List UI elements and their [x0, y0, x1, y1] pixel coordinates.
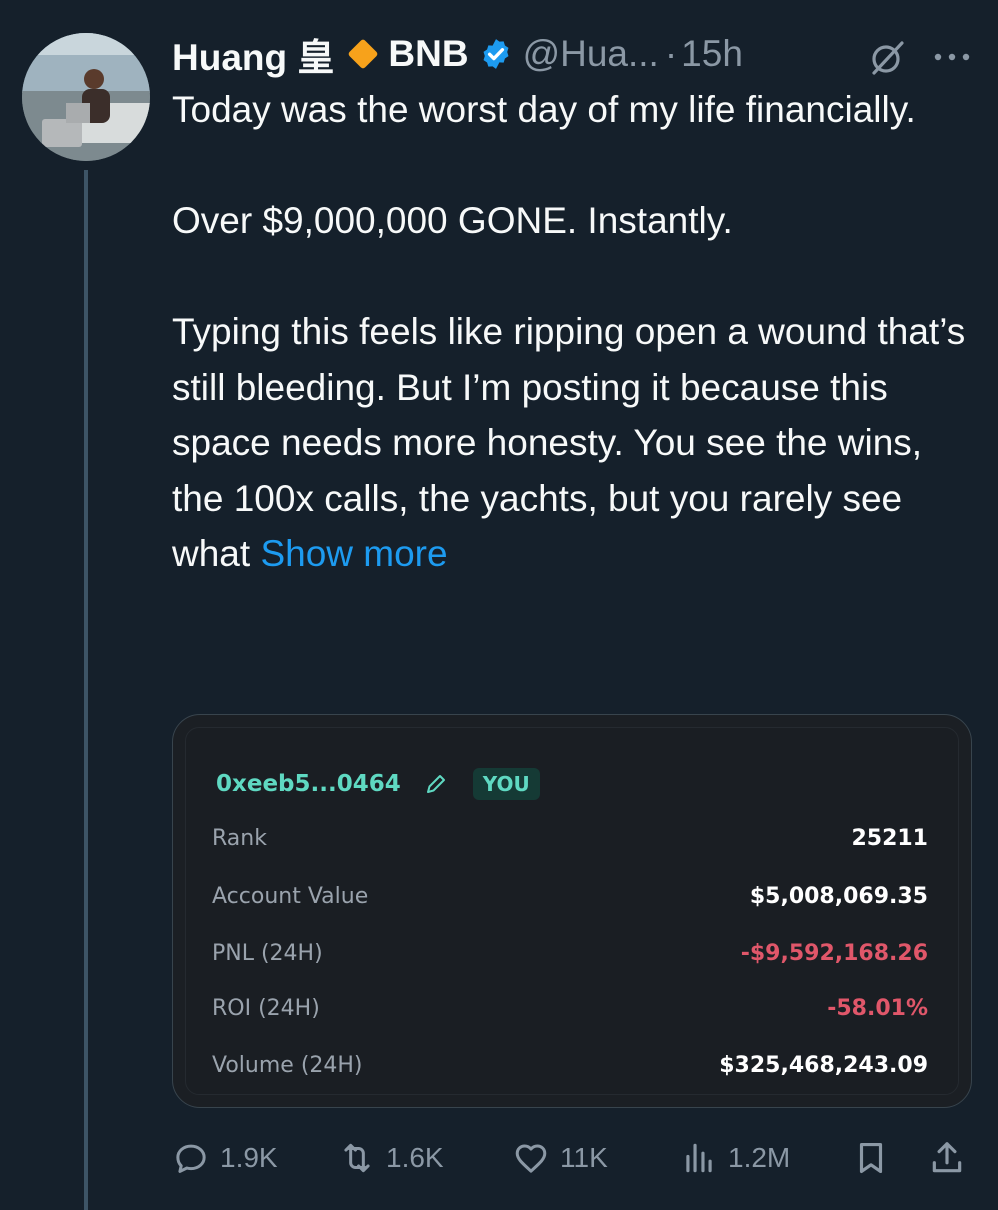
- wallet-row: 0xeeb5...0464 YOU: [216, 768, 540, 800]
- name-suffix[interactable]: BNB: [388, 33, 468, 75]
- repost-icon: [344, 1143, 370, 1173]
- author-avatar[interactable]: [22, 33, 150, 161]
- heart-icon: [515, 1144, 547, 1173]
- stat-label: Volume (24H): [212, 1053, 363, 1078]
- stat-row-rank: Rank 25211: [212, 826, 928, 866]
- grok-icon[interactable]: [868, 38, 908, 78]
- reply-icon: [176, 1144, 206, 1173]
- action-bar: 1.9K 1.6K 11K 1.2M: [172, 1132, 972, 1184]
- attached-image[interactable]: 0xeeb5...0464 YOU Rank 25211 Account Val…: [172, 714, 972, 1108]
- views-button[interactable]: 1.2M: [680, 1132, 790, 1184]
- tweet-paragraph-3: Typing this feels like ripping open a wo…: [172, 304, 972, 582]
- stat-row-account-value: Account Value $5,008,069.35: [212, 884, 928, 924]
- pencil-icon: [426, 775, 445, 793]
- tweet-text: Today was the worst day of my life finan…: [172, 82, 972, 582]
- tweet-header: Huang 皇 BNB @Hua... · 15h: [172, 26, 982, 82]
- stat-row-pnl: PNL (24H) -$9,592,168.26: [212, 941, 928, 981]
- stat-value: -58.01%: [827, 996, 928, 1021]
- repost-count: 1.6K: [386, 1142, 444, 1173]
- stat-row-volume: Volume (24H) $325,468,243.09: [212, 1053, 928, 1093]
- stat-value: $5,008,069.35: [749, 884, 928, 909]
- post-time[interactable]: 15h: [681, 33, 743, 75]
- tweet-paragraph-2: Over $9,000,000 GONE. Instantly.: [172, 200, 733, 241]
- stat-value: $325,468,243.09: [719, 1053, 928, 1078]
- avatar-photo: [22, 33, 150, 161]
- share-icon: [932, 1142, 962, 1173]
- like-button[interactable]: 11K: [512, 1132, 608, 1184]
- stat-label: ROI (24H): [212, 996, 320, 1021]
- reply-button[interactable]: 1.9K: [172, 1132, 278, 1184]
- bookmark-button[interactable]: [852, 1132, 900, 1184]
- stat-label: Rank: [212, 826, 267, 851]
- separator-dot: ·: [664, 33, 678, 74]
- share-button[interactable]: [928, 1132, 976, 1184]
- verified-badge-icon[interactable]: [479, 37, 513, 71]
- tweet-paragraph-1: Today was the worst day of my life finan…: [172, 89, 916, 130]
- wallet-address: 0xeeb5...0464: [216, 771, 401, 797]
- view-count: 1.2M: [728, 1142, 791, 1173]
- stat-value: -$9,592,168.26: [740, 941, 928, 966]
- bar-chart-icon: [686, 1143, 712, 1173]
- bookmark-icon: [859, 1142, 883, 1174]
- like-count: 11K: [560, 1142, 608, 1173]
- you-badge: YOU: [472, 768, 540, 800]
- author-handle[interactable]: @Hua...: [523, 33, 659, 75]
- show-more-link[interactable]: Show more: [260, 533, 447, 574]
- display-name[interactable]: Huang 皇: [172, 27, 334, 81]
- orange-diamond-icon: [347, 38, 379, 70]
- stat-value: 25211: [851, 826, 928, 851]
- repost-button[interactable]: 1.6K: [338, 1132, 444, 1184]
- thread-line: [84, 170, 88, 1210]
- stat-label: Account Value: [212, 884, 369, 909]
- pnl-card: 0xeeb5...0464 YOU Rank 25211 Account Val…: [185, 727, 959, 1095]
- more-options-icon[interactable]: [930, 47, 974, 67]
- reply-count: 1.9K: [220, 1142, 278, 1173]
- stat-label: PNL (24H): [212, 941, 323, 966]
- stat-row-roi: ROI (24H) -58.01%: [212, 996, 928, 1036]
